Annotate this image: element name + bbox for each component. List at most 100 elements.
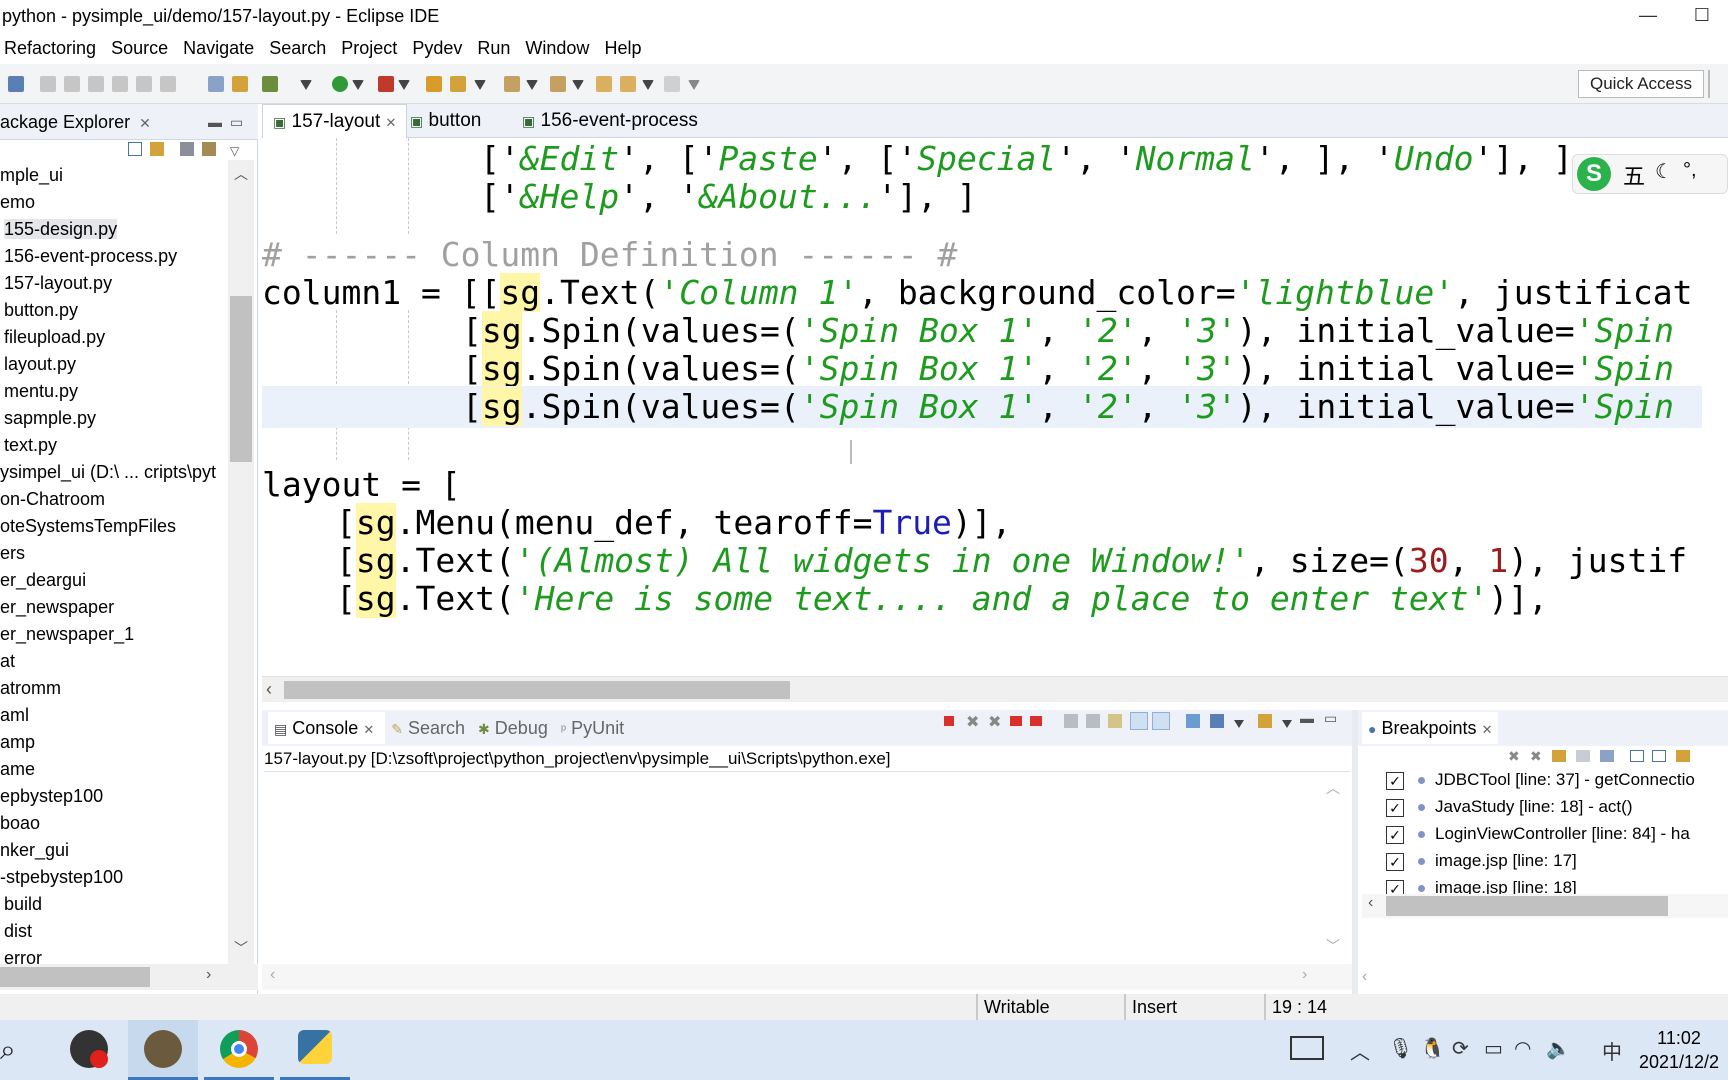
minimize-button[interactable]: — bbox=[1628, 0, 1668, 32]
pen-icon[interactable] bbox=[450, 76, 466, 92]
package-tree-vertical-scrollbar[interactable]: ︿ ﹀ bbox=[228, 160, 254, 964]
scrollbar-thumb[interactable] bbox=[1386, 896, 1668, 916]
resume-icon[interactable] bbox=[40, 76, 56, 92]
scroll-down-icon[interactable]: ﹀ bbox=[1326, 936, 1340, 956]
tree-item[interactable]: fileupload.py bbox=[0, 324, 228, 351]
tree-item[interactable]: er_deargui bbox=[0, 567, 228, 594]
link-editor-icon[interactable] bbox=[1676, 750, 1690, 762]
close-icon[interactable]: ✕ bbox=[363, 722, 374, 737]
tab-debug[interactable]: ✱ Debug bbox=[478, 718, 553, 738]
tree-item[interactable]: -stpebystep100 bbox=[0, 864, 228, 891]
tree-item[interactable]: mentu.py bbox=[0, 378, 228, 405]
link-debug-icon[interactable] bbox=[1552, 750, 1566, 762]
breakpoint-item[interactable]: ✓ JavaStudy [line: 18] - act() bbox=[1386, 793, 1728, 820]
tree-item[interactable]: atromm bbox=[0, 675, 228, 702]
collapse-all-icon[interactable] bbox=[1652, 750, 1666, 762]
scroll-lock-icon[interactable] bbox=[1064, 714, 1078, 728]
toggle-mark-icon[interactable] bbox=[208, 76, 224, 92]
close-icon[interactable]: ✕ bbox=[386, 115, 397, 130]
menu-help[interactable]: Help bbox=[600, 32, 647, 64]
scroll-left-icon[interactable]: ‹ bbox=[266, 679, 272, 700]
tab-breakpoints[interactable]: ● Breakpoints ✕ bbox=[1362, 712, 1499, 744]
menu-search[interactable]: Search bbox=[265, 32, 332, 64]
tree-item[interactable]: sapmple.py bbox=[0, 405, 228, 432]
scroll-left-icon[interactable]: ‹ bbox=[1368, 894, 1373, 912]
microphone-icon[interactable]: 🎙 bbox=[1388, 1036, 1413, 1061]
tree-item[interactable]: boao bbox=[0, 810, 228, 837]
suspend-icon[interactable] bbox=[64, 76, 80, 92]
taskbar-app-eclipse[interactable] bbox=[128, 1020, 198, 1080]
scrollbar-thumb[interactable] bbox=[284, 681, 790, 699]
minimize-view-icon[interactable]: ▬ bbox=[208, 104, 222, 140]
tree-item[interactable]: amp bbox=[0, 729, 228, 756]
close-icon[interactable]: ✕ bbox=[139, 115, 151, 131]
clear-all-icon[interactable] bbox=[1030, 716, 1042, 726]
search-icon[interactable]: ⌕ bbox=[0, 1034, 16, 1067]
remove-all-breakpoints-icon[interactable]: ✖ bbox=[1530, 748, 1542, 765]
menu-run[interactable]: Run bbox=[473, 32, 516, 64]
tree-item[interactable]: button.py bbox=[0, 297, 228, 324]
chevron-up-icon[interactable]: ︿ bbox=[1350, 1036, 1370, 1065]
editor-horizontal-scrollbar[interactable]: ‹ bbox=[262, 676, 1728, 702]
word-wrap-icon[interactable] bbox=[1086, 714, 1100, 728]
tree-item[interactable]: mple_ui bbox=[0, 162, 228, 189]
menu-navigate[interactable]: Navigate bbox=[179, 32, 260, 64]
breakpoint-checkbox[interactable]: ✓ bbox=[1386, 771, 1404, 790]
display-console-icon[interactable] bbox=[1152, 712, 1170, 730]
tab-console[interactable]: ▤ Console ✕ bbox=[268, 712, 386, 744]
menu-window[interactable]: Window bbox=[521, 32, 595, 64]
tree-item[interactable]: ers bbox=[0, 540, 228, 567]
show-on-output-icon[interactable] bbox=[1108, 714, 1122, 728]
breakpoint-checkbox[interactable]: ✓ bbox=[1386, 798, 1404, 817]
close-icon[interactable]: ✕ bbox=[1482, 722, 1493, 737]
package-explorer-tab[interactable]: ackage Explorer ✕ ▬ ▭ bbox=[0, 104, 258, 140]
forward-icon[interactable] bbox=[664, 76, 680, 92]
breakpoint-item[interactable]: ✓ image.jsp [line: 17] bbox=[1386, 847, 1728, 874]
breakpoint-checkbox[interactable]: ✓ bbox=[1386, 825, 1404, 844]
tree-item[interactable]: ysimpel_ui (D:\ ... cripts\pyt bbox=[0, 459, 228, 486]
remove-all-icon[interactable]: ✖ bbox=[988, 712, 1001, 732]
battery-icon[interactable]: ▭ bbox=[1484, 1036, 1503, 1061]
scroll-left-icon[interactable]: ‹ bbox=[270, 966, 275, 984]
tree-item[interactable]: er_newspaper bbox=[0, 594, 228, 621]
tree-item[interactable]: 156-event-process.py bbox=[0, 243, 228, 270]
focus-icon[interactable] bbox=[202, 142, 216, 156]
tab-pyunit[interactable]: ᵖ PyUnit bbox=[561, 718, 624, 738]
tree-item[interactable]: text.py bbox=[0, 432, 228, 459]
last-edit-icon[interactable] bbox=[596, 76, 612, 92]
maximize-view-icon[interactable]: ▭ bbox=[230, 104, 243, 140]
menu-refactoring[interactable]: Refactoring bbox=[0, 32, 102, 64]
skip-all-icon[interactable] bbox=[1600, 750, 1614, 762]
tree-item[interactable]: on-Chatroom bbox=[0, 486, 228, 513]
scroll-down-icon[interactable]: ﹀ bbox=[234, 938, 248, 958]
maximize-button[interactable]: ☐ bbox=[1682, 0, 1722, 32]
breakpoint-checkbox[interactable]: ✓ bbox=[1386, 852, 1404, 871]
scroll-left-icon[interactable]: ‹ bbox=[1362, 968, 1367, 986]
tree-item[interactable]: layout.py bbox=[0, 351, 228, 378]
taskbar-app-python[interactable] bbox=[280, 1020, 350, 1080]
ime-indicator[interactable]: 中 bbox=[1602, 1036, 1622, 1065]
breakpoint-item[interactable]: ✓ LoginViewController [line: 84] - ha bbox=[1386, 820, 1728, 847]
scroll-up-icon[interactable]: ︿ bbox=[234, 164, 248, 184]
tab-button[interactable]: ▣ button bbox=[400, 104, 491, 138]
remove-launch-icon[interactable]: ✖ bbox=[966, 712, 979, 732]
tree-item[interactable]: epbystep100 bbox=[0, 783, 228, 810]
save-icon[interactable] bbox=[8, 76, 24, 92]
view-menu-icon[interactable]: ▽ bbox=[230, 144, 239, 158]
tree-item[interactable]: at bbox=[0, 648, 228, 675]
wifi-icon[interactable]: ◠ bbox=[1514, 1036, 1531, 1061]
menu-pydev[interactable]: Pydev bbox=[408, 32, 468, 64]
new-console-icon[interactable] bbox=[1210, 714, 1224, 728]
tree-item[interactable]: 157-layout.py bbox=[0, 270, 228, 297]
scroll-right-icon[interactable]: › bbox=[206, 966, 211, 984]
step-over-icon[interactable] bbox=[136, 76, 152, 92]
next-annotation-icon[interactable] bbox=[504, 76, 520, 92]
ime-punctuation[interactable]: °, bbox=[1683, 159, 1697, 182]
open-console-icon[interactable] bbox=[1186, 714, 1200, 728]
open-folder-icon[interactable] bbox=[426, 76, 442, 92]
back-icon[interactable] bbox=[620, 76, 636, 92]
tab-search[interactable]: ✎ Search bbox=[391, 718, 470, 738]
expand-all-icon[interactable] bbox=[1630, 750, 1644, 762]
external-tools-icon[interactable] bbox=[378, 76, 394, 92]
tree-item[interactable]: dist bbox=[0, 918, 228, 945]
